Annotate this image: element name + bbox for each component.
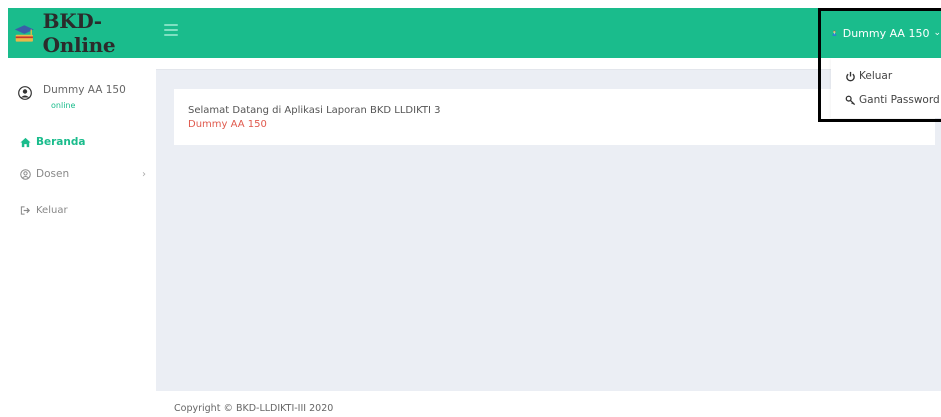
- sidebar-item-label: Dosen: [36, 168, 70, 180]
- sidebar-item-dosen[interactable]: Dosen ›: [20, 166, 150, 182]
- user-menu-toggle[interactable]: Dummy AA 150 ⌄: [818, 8, 941, 58]
- sidebar: Dummy AA 150 online Beranda Dosen › Kelu…: [8, 58, 156, 417]
- welcome-user-name: Dummy AA 150: [188, 119, 267, 130]
- home-icon: [20, 137, 31, 147]
- dropdown-item-keluar[interactable]: Keluar: [831, 64, 941, 88]
- profile-name: Dummy AA 150: [43, 84, 126, 96]
- top-navbar: BKD-Online: [8, 8, 941, 58]
- welcome-message: Selamat Datang di Aplikasi Laporan BKD L…: [188, 105, 441, 116]
- dropdown-item-label: Keluar: [859, 70, 893, 82]
- welcome-card: Selamat Datang di Aplikasi Laporan BKD L…: [174, 89, 935, 145]
- sidebar-item-label: Beranda: [36, 136, 86, 148]
- copyright-text: Copyright © BKD-LLDIKTI-III 2020: [174, 403, 334, 414]
- chevron-down-icon: ⌄: [933, 28, 941, 38]
- dropdown-item-ganti-password[interactable]: Ganti Password: [831, 88, 941, 112]
- chevron-right-icon: ›: [142, 168, 146, 180]
- key-icon: [845, 95, 856, 105]
- sidebar-item-keluar[interactable]: Keluar: [20, 202, 150, 218]
- sidebar-item-beranda[interactable]: Beranda: [20, 134, 150, 150]
- sidebar-item-label: Keluar: [36, 204, 68, 216]
- power-icon: [846, 71, 855, 81]
- brand-name: BKD-Online: [42, 9, 116, 57]
- user-name: Dummy AA 150: [842, 26, 930, 40]
- brand[interactable]: BKD-Online: [8, 8, 156, 58]
- online-status: online: [51, 101, 76, 110]
- dropdown-item-label: Ganti Password: [859, 94, 940, 106]
- sidebar-profile: Dummy AA 150 online: [16, 84, 156, 124]
- menu-toggle-icon[interactable]: [164, 24, 178, 36]
- sign-out-icon: [20, 205, 31, 215]
- main-content: Selamat Datang di Aplikasi Laporan BKD L…: [156, 58, 941, 391]
- content-subbar: [156, 58, 941, 70]
- user-avatar-icon: [832, 30, 837, 36]
- user-circle-icon: [18, 86, 32, 100]
- user-circle-icon: [20, 168, 31, 180]
- graduation-cap-logo-icon: [14, 25, 34, 42]
- user-dropdown-menu: Keluar Ganti Password: [831, 58, 941, 118]
- footer: Copyright © BKD-LLDIKTI-III 2020: [156, 391, 941, 417]
